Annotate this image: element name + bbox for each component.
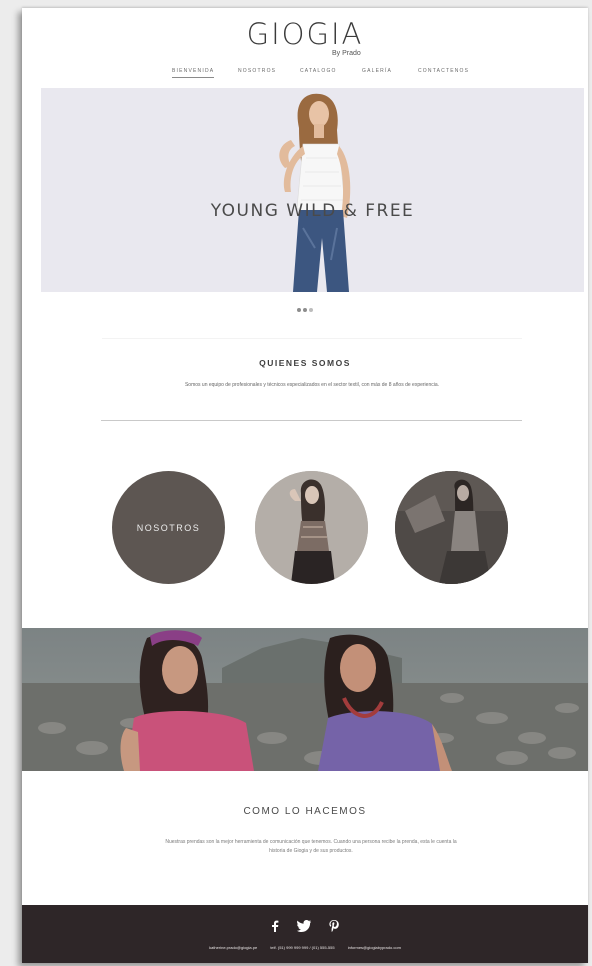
about-text: Somos un equipo de profesionales y técni… [184, 382, 440, 388]
beach-banner-image [22, 628, 588, 771]
nav-item-catalogo[interactable]: CATALOGO [300, 68, 337, 74]
slider-dot[interactable] [309, 308, 313, 312]
hero-model-image [41, 88, 584, 292]
about-title: QUIENES SOMOS [259, 358, 351, 368]
social-links [22, 919, 588, 937]
page: GIOGIA By Prado BIENVENIDA NOSOTROS CATA… [22, 8, 588, 963]
pinterest-icon[interactable] [329, 919, 340, 937]
divider [101, 420, 522, 421]
hero-title: YOUNG WILD & FREE [210, 201, 415, 221]
divider [102, 338, 522, 339]
contact-phone: telf. (51) 999 999 999 / (01) 555-555 [270, 945, 335, 950]
nosotros-circle[interactable]: NOSOTROS [112, 471, 225, 584]
contact-email-2[interactable]: informes@giogiabyprado.com [348, 945, 401, 950]
how-title: COMO LO HACEMOS [243, 806, 367, 817]
main-nav: BIENVENIDA NOSOTROS CATALOGO GALERÍA CON… [170, 68, 470, 82]
slider-dots [297, 299, 315, 317]
beach-banner [22, 628, 588, 771]
model-photo-image [255, 471, 368, 584]
nosotros-circle-label: NOSOTROS [136, 523, 201, 533]
nav-item-contactenos[interactable]: CONTACTENOS [418, 68, 469, 74]
gallery-circle-lifestyle[interactable] [395, 471, 508, 584]
logo-subtitle: By Prado [332, 50, 361, 57]
lifestyle-photo-image [395, 471, 508, 584]
nav-item-nosotros[interactable]: NOSOTROS [238, 68, 276, 74]
hero-slider[interactable]: YOUNG WILD & FREE [41, 88, 584, 292]
nav-item-bienvenida[interactable]: BIENVENIDA [172, 68, 215, 78]
slider-dot[interactable] [297, 308, 301, 312]
twitter-icon[interactable] [297, 919, 311, 937]
facebook-icon[interactable] [271, 919, 279, 937]
how-text: Nuestras prendas son la mejor herramient… [165, 839, 457, 854]
slider-dot[interactable] [303, 308, 307, 312]
logo-text: GIOGIA [246, 17, 364, 51]
contact-email[interactable]: katherine.prado@giogia.pe [209, 945, 257, 950]
contact-info: katherine.prado@giogia.pe telf. (51) 999… [22, 945, 588, 950]
footer: katherine.prado@giogia.pe telf. (51) 999… [22, 905, 588, 963]
gallery-circle-model[interactable] [255, 471, 368, 584]
nav-item-galeria[interactable]: GALERÍA [362, 68, 392, 74]
logo[interactable]: GIOGIA By Prado [22, 16, 588, 57]
